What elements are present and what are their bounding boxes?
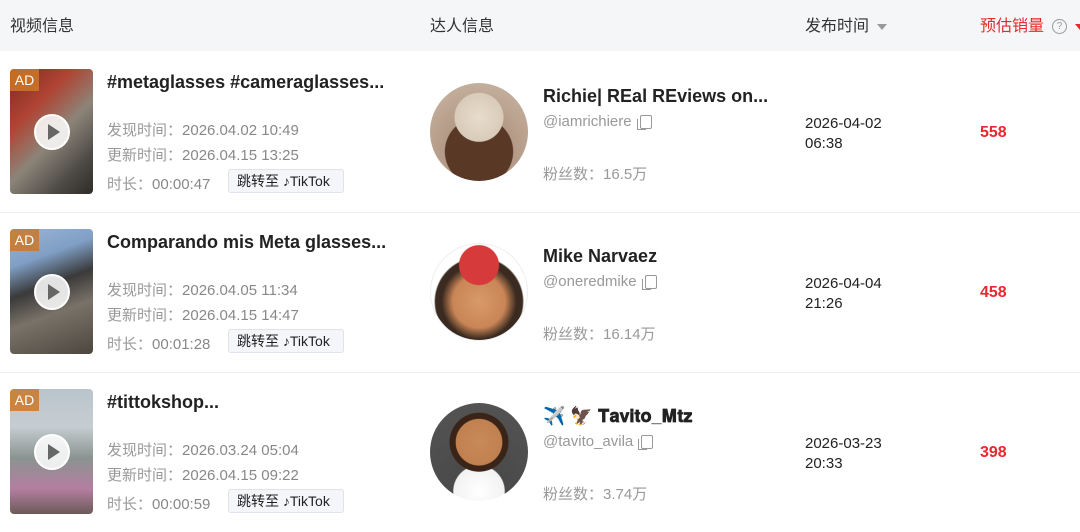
duration: 时长：00:00:47: [107, 176, 211, 193]
publish-datetime: 2026-03-23 20:33: [805, 435, 882, 472]
est-sales-value: 558: [980, 124, 1007, 141]
help-icon[interactable]: ?: [1052, 19, 1068, 35]
duration: 时长：00:01:28: [107, 336, 211, 353]
creator-handle: @iamrichiere: [543, 113, 652, 131]
video-thumbnail[interactable]: AD: [10, 389, 93, 514]
copy-icon[interactable]: [636, 115, 652, 131]
table-row[interactable]: AD Comparando mis Meta glasses... 发现时间：2…: [0, 212, 1080, 373]
header-creator-info: 达人信息: [430, 18, 495, 35]
header-video-info: 视频信息: [10, 18, 75, 35]
jump-to-tiktok-button[interactable]: 跳转至 ♪TikTok: [228, 169, 344, 193]
table-header: 视频信息 达人信息 发布时间 预估销量?: [0, 0, 1080, 51]
ad-badge: AD: [10, 69, 39, 91]
fans-count: 粉丝数：16.14万: [543, 326, 656, 343]
creator-name[interactable]: Mike Narvaez: [543, 246, 657, 267]
found-time: 发现时间：2026.04.05 11:34: [107, 282, 298, 299]
header-est-sales-label: 预估销量: [980, 18, 1045, 35]
publish-datetime: 2026-04-02 06:38: [805, 115, 882, 152]
tiktok-icon: ♪: [282, 333, 290, 349]
sort-down-icon[interactable]: [1075, 23, 1080, 30]
est-sales-value: 458: [980, 284, 1007, 301]
play-icon[interactable]: [34, 114, 70, 150]
avatar[interactable]: [430, 83, 528, 181]
avatar[interactable]: [430, 243, 528, 341]
header-publish-time-label: 发布时间: [805, 18, 870, 35]
table-row[interactable]: AD #tittokshop... 发现时间：2026.03.24 05:04 …: [0, 372, 1080, 532]
copy-icon[interactable]: [638, 435, 654, 451]
video-thumbnail[interactable]: AD: [10, 69, 93, 194]
ad-badge: AD: [10, 229, 39, 251]
updated-time: 更新时间：2026.04.15 09:22: [107, 467, 299, 484]
video-title[interactable]: Comparando mis Meta glasses...: [107, 232, 386, 253]
header-publish-time[interactable]: 发布时间: [805, 12, 888, 36]
sort-down-icon[interactable]: [877, 23, 888, 30]
fans-count: 粉丝数：3.74万: [543, 486, 648, 503]
updated-time: 更新时间：2026.04.15 13:25: [107, 147, 299, 164]
publish-datetime: 2026-04-04 21:26: [805, 275, 882, 312]
copy-icon[interactable]: [641, 275, 657, 291]
play-icon[interactable]: [34, 434, 70, 470]
header-est-sales[interactable]: 预估销量?: [980, 12, 1080, 36]
creator-handle: @tavito_avila: [543, 433, 654, 451]
found-time: 发现时间：2026.03.24 05:04: [107, 442, 299, 459]
creator-name[interactable]: Richie| REal REviews on...: [543, 86, 768, 107]
est-sales-value: 398: [980, 444, 1007, 461]
play-icon[interactable]: [34, 274, 70, 310]
table-row[interactable]: AD #metaglasses #cameraglasses... 发现时间：2…: [0, 52, 1080, 213]
video-title[interactable]: #metaglasses #cameraglasses...: [107, 72, 384, 93]
jump-to-tiktok-button[interactable]: 跳转至 ♪TikTok: [228, 329, 344, 353]
avatar[interactable]: [430, 403, 528, 501]
creator-handle: @oneredmike: [543, 273, 657, 291]
fans-count: 粉丝数：16.5万: [543, 166, 648, 183]
duration: 时长：00:00:59: [107, 496, 211, 513]
updated-time: 更新时间：2026.04.15 14:47: [107, 307, 299, 324]
tiktok-icon: ♪: [282, 493, 290, 509]
tiktok-icon: ♪: [282, 173, 290, 189]
creator-name[interactable]: ✈️ 🦅 𝐓𝐚𝐯𝐢𝐭𝐨_𝐌𝐭𝐳: [543, 406, 692, 427]
ad-badge: AD: [10, 389, 39, 411]
jump-to-tiktok-button[interactable]: 跳转至 ♪TikTok: [228, 489, 344, 513]
video-thumbnail[interactable]: AD: [10, 229, 93, 354]
found-time: 发现时间：2026.04.02 10:49: [107, 122, 299, 139]
video-title[interactable]: #tittokshop...: [107, 392, 219, 413]
